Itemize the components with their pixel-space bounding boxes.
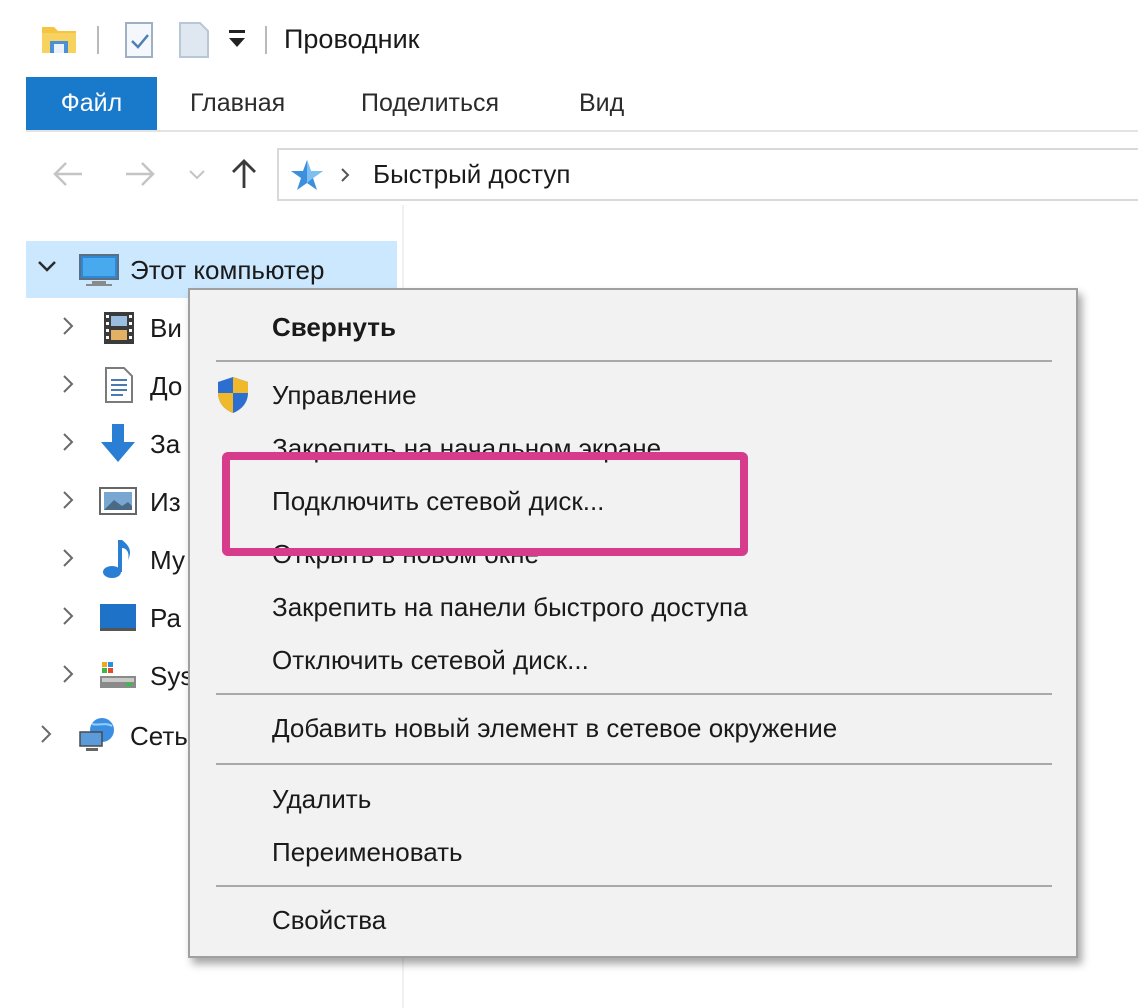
up-arrow-icon[interactable] [229, 158, 259, 195]
menu-item-collapse[interactable]: Свернуть [272, 312, 396, 343]
titlebar-separator [265, 26, 267, 54]
context-menu: Свернуть Управление Закрепить на начальн… [188, 288, 1078, 958]
customize-toolbar-icon[interactable] [227, 28, 247, 55]
back-arrow-icon[interactable] [52, 160, 84, 193]
menu-separator [216, 885, 1052, 887]
quick-access-star-icon [289, 158, 325, 197]
tab-share[interactable]: Поделиться [361, 77, 499, 130]
recent-locations-chevron-icon[interactable] [188, 168, 206, 186]
desktop-icon [98, 602, 138, 637]
tree-item-label: За [150, 429, 181, 459]
tree-item-system-drive[interactable]: Sys [60, 656, 200, 696]
menu-separator [216, 693, 1052, 695]
tree-item-music[interactable]: Му [60, 540, 200, 580]
menu-item-delete[interactable]: Удалить [272, 784, 371, 815]
menu-separator [216, 360, 1052, 362]
address-bar[interactable]: Быстрый доступ [277, 148, 1138, 201]
chevron-right-icon[interactable] [60, 662, 76, 691]
chevron-down-icon[interactable] [36, 258, 58, 281]
document-icon [104, 366, 134, 409]
tree-item-label: Из [150, 487, 181, 517]
menu-item-properties[interactable]: Свойства [272, 905, 386, 936]
menu-item-disconnect-network-drive[interactable]: Отключить сетевой диск... [272, 645, 589, 676]
chevron-right-icon[interactable] [60, 314, 76, 343]
forward-arrow-icon[interactable] [124, 160, 156, 193]
tree-item-videos[interactable]: Ви [60, 308, 200, 348]
network-icon [78, 716, 118, 759]
menu-item-pin-quick-access[interactable]: Закрепить на панели быстрого доступа [272, 592, 748, 623]
window-title: Проводник [284, 24, 420, 54]
computer-icon [78, 253, 120, 292]
download-icon [98, 422, 138, 469]
chevron-right-icon[interactable] [60, 488, 76, 517]
highlight-box [222, 452, 748, 556]
menu-separator [216, 763, 1052, 765]
tree-item-documents[interactable]: До [60, 366, 200, 406]
music-icon [100, 536, 134, 585]
tree-item-label: Ви [150, 313, 182, 343]
folder-icon [40, 21, 78, 60]
tree-item-downloads[interactable]: За [60, 424, 200, 464]
tree-item-this-pc[interactable]: Этот компьютер [36, 250, 396, 290]
tree-item-network[interactable]: Сеть [38, 716, 198, 756]
chevron-right-icon[interactable] [38, 722, 54, 751]
chevron-right-icon[interactable] [60, 546, 76, 575]
menu-item-manage[interactable]: Управление [272, 380, 417, 411]
image-icon [98, 486, 138, 521]
menu-item-rename[interactable]: Переименовать [272, 837, 463, 868]
chevron-right-icon[interactable] [60, 604, 76, 633]
tab-home[interactable]: Главная [190, 77, 285, 130]
tree-item-label: Сеть [130, 721, 188, 751]
ribbon-tabs: Файл Главная Поделиться Вид [26, 77, 1138, 132]
tree-item-label: Sys [150, 661, 194, 691]
titlebar-separator [97, 26, 99, 54]
tree-item-label: До [150, 371, 183, 401]
properties-icon[interactable] [124, 21, 156, 64]
new-folder-icon[interactable] [178, 21, 210, 64]
tree-item-desktop[interactable]: Ра [60, 598, 200, 638]
drive-icon [98, 658, 138, 697]
menu-item-add-network-location[interactable]: Добавить новый элемент в сетевое окружен… [272, 713, 837, 744]
shield-icon [216, 375, 250, 420]
tree-item-label: Ра [150, 603, 181, 633]
tab-file[interactable]: Файл [26, 77, 157, 130]
tree-item-label: Этот компьютер [130, 255, 325, 285]
tree-item-pictures[interactable]: Из [60, 482, 200, 522]
chevron-right-icon[interactable] [60, 430, 76, 459]
breadcrumb-quick-access[interactable]: Быстрый доступ [373, 159, 570, 190]
video-icon [102, 310, 136, 351]
file-explorer-window: Проводник Файл Главная Поделиться Вид Бы… [0, 0, 1138, 1008]
title-bar: Проводник [0, 0, 1138, 80]
chevron-right-icon[interactable] [60, 372, 76, 401]
tab-view[interactable]: Вид [579, 77, 624, 130]
breadcrumb-chevron-icon[interactable] [339, 167, 351, 188]
tree-item-label: Му [150, 545, 185, 575]
